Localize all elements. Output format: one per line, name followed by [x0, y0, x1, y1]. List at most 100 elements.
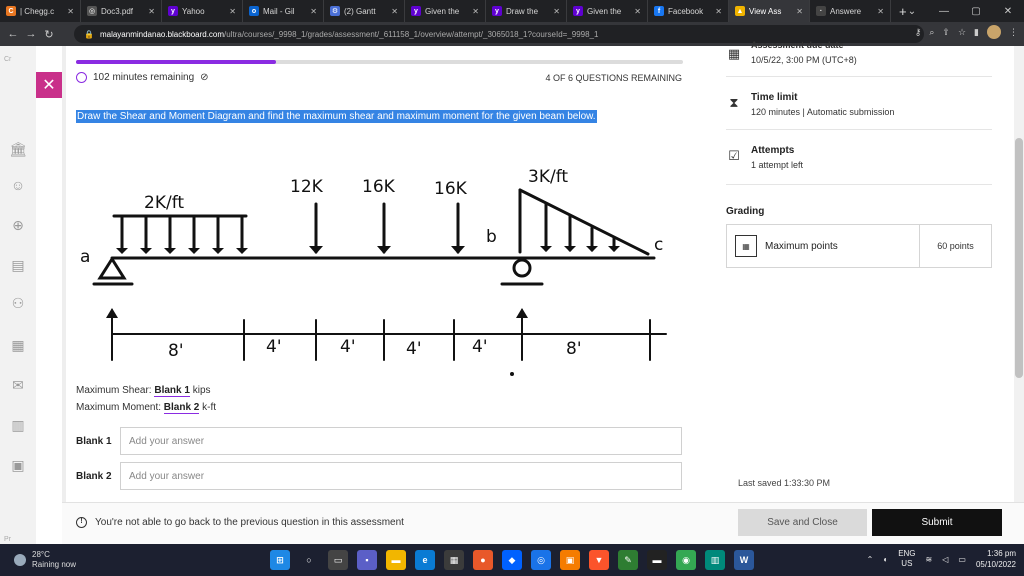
- calendar-icon[interactable]: ▦: [9, 336, 27, 354]
- max-shear-blank[interactable]: Blank 1: [154, 385, 190, 397]
- courses-icon[interactable]: ▤: [9, 256, 27, 274]
- timer-icon: [76, 72, 87, 83]
- attempts-value: 1 attempt left: [751, 160, 804, 170]
- questions-remaining: 4 OF 6 QUESTIONS REMAINING: [545, 73, 682, 83]
- tab-close-icon[interactable]: ✕: [310, 7, 317, 16]
- tools-icon[interactable]: ▣: [9, 456, 27, 474]
- tab-favicon-icon: y: [168, 6, 178, 16]
- brave-icon[interactable]: ▼: [589, 550, 609, 570]
- tab-close-icon[interactable]: ✕: [148, 7, 155, 16]
- tab-favicon-icon: y: [492, 6, 502, 16]
- start-icon[interactable]: ⊞: [270, 550, 290, 570]
- reload-icon[interactable]: ↻: [40, 28, 58, 41]
- lock-icon: 🔒: [84, 29, 94, 39]
- store-icon[interactable]: ▦: [444, 550, 464, 570]
- minimize-button[interactable]: —: [928, 0, 960, 22]
- max-moment-unit: k-ft: [202, 402, 217, 413]
- sidepanel-icon[interactable]: ▮: [974, 27, 979, 38]
- browser-tab[interactable]: ◎ Doc3.pdf ✕: [81, 0, 162, 22]
- tab-close-icon[interactable]: ✕: [391, 7, 398, 16]
- max-moment-label: Maximum Moment:: [76, 402, 162, 413]
- institution-icon[interactable]: 🏛: [9, 140, 27, 158]
- tray-overflow-icon[interactable]: ⌃: [867, 555, 874, 564]
- save-and-close-button[interactable]: Save and Close: [738, 509, 867, 536]
- messages-icon[interactable]: ✉: [9, 376, 27, 394]
- max-moment-blank[interactable]: Blank 2: [163, 402, 200, 414]
- tab-close-icon[interactable]: ✕: [877, 7, 884, 16]
- bookmark-star-icon[interactable]: ☆: [958, 27, 966, 38]
- zoom-icon[interactable]: ⌕: [929, 27, 934, 38]
- tab-favicon-icon: ⚙: [330, 6, 340, 16]
- arrowhead: [608, 246, 620, 252]
- browser-tab[interactable]: y Yahoo ✕: [162, 0, 243, 22]
- info-icon: !: [76, 517, 87, 528]
- browser-tab[interactable]: y Given the ✕: [405, 0, 486, 22]
- submit-button[interactable]: Submit: [872, 509, 1002, 536]
- word-icon[interactable]: W: [734, 550, 754, 570]
- teams-icon[interactable]: ▪: [357, 550, 377, 570]
- app-icon[interactable]: ▣: [560, 550, 580, 570]
- browser-tab[interactable]: ⚙ (2) Gantt ✕: [324, 0, 405, 22]
- wifi-icon[interactable]: ≋: [926, 555, 933, 564]
- search-icon[interactable]: ○: [299, 550, 319, 570]
- tab-close-icon[interactable]: ✕: [634, 7, 641, 16]
- profile-icon[interactable]: ☺: [9, 176, 27, 194]
- app-icon[interactable]: ✎: [618, 550, 638, 570]
- globe-icon[interactable]: ⊕: [9, 216, 27, 234]
- share-icon[interactable]: ⇪: [942, 27, 950, 38]
- language-indicator[interactable]: ENG US: [898, 549, 915, 569]
- blank-1-input[interactable]: [120, 427, 682, 455]
- page-scrollbar[interactable]: [1014, 46, 1024, 502]
- browser-tab[interactable]: ▲ View Ass ✕: [729, 0, 810, 22]
- back-icon[interactable]: ←: [4, 28, 22, 40]
- dropbox-icon[interactable]: ◆: [502, 550, 522, 570]
- browser-tab[interactable]: y Given the ✕: [567, 0, 648, 22]
- attempts-check-icon: ☑: [728, 148, 740, 163]
- profile-avatar[interactable]: [987, 25, 1001, 39]
- battery-icon[interactable]: ▭: [958, 555, 966, 564]
- dimension-4-label: 4': [406, 339, 422, 359]
- vpn-icon[interactable]: ◎: [531, 550, 551, 570]
- menu-dots-icon[interactable]: ⋮: [1009, 27, 1018, 38]
- key-icon[interactable]: ⚷: [915, 27, 922, 38]
- browser-tab[interactable]: · Answere ✕: [810, 0, 891, 22]
- browser-tab[interactable]: C | Chegg.c ✕: [0, 0, 81, 22]
- organizations-icon[interactable]: ⚇: [9, 294, 27, 312]
- calculator-icon[interactable]: ▥: [705, 550, 725, 570]
- edge-icon[interactable]: e: [415, 550, 435, 570]
- chrome-icon[interactable]: ◉: [676, 550, 696, 570]
- firefox-icon[interactable]: ●: [473, 550, 493, 570]
- tab-close-icon[interactable]: ✕: [715, 7, 722, 16]
- hide-timer-icon[interactable]: ⊘: [200, 72, 208, 83]
- grades-icon[interactable]: ▥: [9, 416, 27, 434]
- forward-icon[interactable]: →: [22, 28, 40, 40]
- system-tray: ⌃ ◐ ENG US ≋ ◁ ▭ 1:36 pm 05/10/2022: [867, 548, 1016, 570]
- file-explorer-icon[interactable]: ▬: [386, 550, 406, 570]
- lang-primary: ENG: [898, 549, 916, 558]
- taskbar-clock[interactable]: 1:36 pm 05/10/2022: [976, 548, 1016, 570]
- due-date-value: 10/5/22, 3:00 PM (UTC+8): [751, 55, 857, 65]
- browser-tab[interactable]: y Draw the ✕: [486, 0, 567, 22]
- scrollbar-thumb[interactable]: [1015, 138, 1023, 378]
- close-window-button[interactable]: ✕: [992, 0, 1024, 22]
- tray-app-icon[interactable]: ◐: [883, 555, 888, 564]
- point-a-label: a: [80, 247, 90, 267]
- tab-close-icon[interactable]: ✕: [472, 7, 479, 16]
- weather-widget[interactable]: 28°C Raining now: [14, 550, 76, 570]
- volume-icon[interactable]: ◁: [942, 555, 948, 564]
- tab-close-icon[interactable]: ✕: [553, 7, 560, 16]
- task-view-icon[interactable]: ▭: [328, 550, 348, 570]
- max-shear-unit: kips: [192, 385, 211, 396]
- tab-close-icon[interactable]: ✕: [229, 7, 236, 16]
- due-date-heading: Assessment due date: [751, 40, 844, 50]
- tab-close-icon[interactable]: ✕: [796, 7, 803, 16]
- attempts-heading: Attempts: [751, 145, 795, 156]
- tab-close-icon[interactable]: ✕: [67, 7, 74, 16]
- blank-2-input[interactable]: [120, 462, 682, 490]
- maximize-button[interactable]: ▢: [960, 0, 992, 22]
- tab-search-icon[interactable]: ⌄: [896, 0, 928, 22]
- browser-tab[interactable]: f Facebook ✕: [648, 0, 729, 22]
- close-assessment-button[interactable]: ✕: [36, 72, 62, 98]
- terminal-icon[interactable]: ▬: [647, 550, 667, 570]
- browser-tab[interactable]: o Mail - Gil ✕: [243, 0, 324, 22]
